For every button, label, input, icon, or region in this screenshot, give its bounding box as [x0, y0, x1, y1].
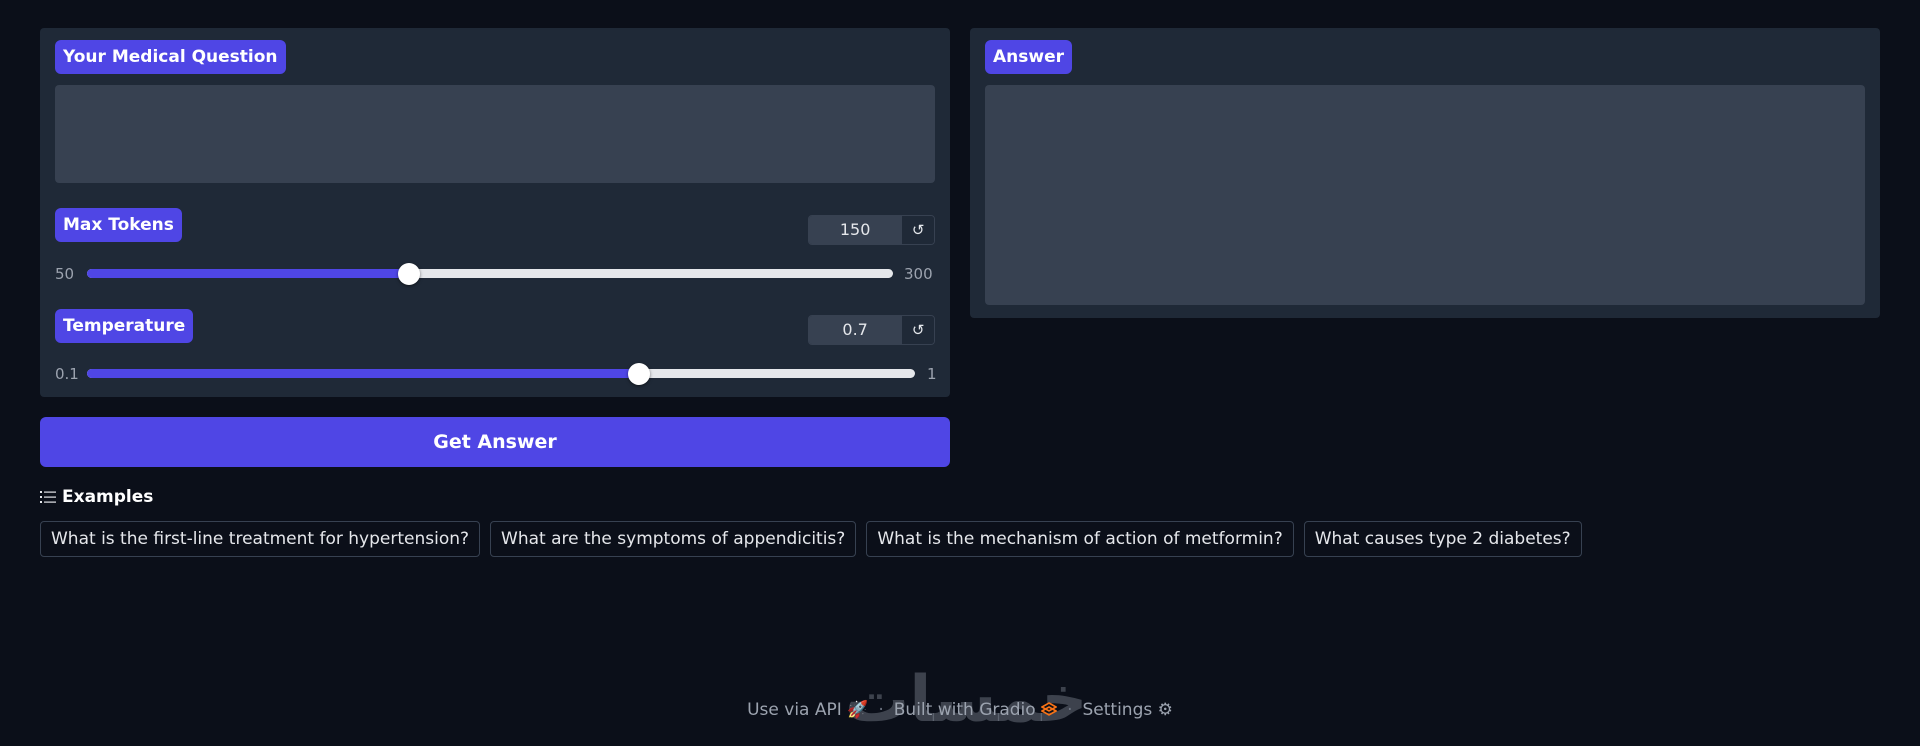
list-icon: [40, 491, 56, 503]
footer: Use via API 🚀 · Built with Gradio · Sett…: [0, 700, 1920, 720]
question-label: Your Medical Question: [55, 40, 286, 74]
example-metformin[interactable]: What is the mechanism of action of metfo…: [866, 521, 1294, 557]
footer-separator: ·: [878, 700, 884, 720]
answer-panel: Answer: [970, 28, 1880, 318]
examples-title: Examples: [62, 487, 154, 507]
max-tokens-input[interactable]: 150: [809, 216, 902, 244]
max-tokens-label: Max Tokens: [55, 208, 182, 242]
input-panel: Your Medical Question Max Tokens 150 ↺ 5…: [40, 28, 950, 397]
temperature-slider-fill: [87, 369, 640, 378]
use-api-link[interactable]: Use via API 🚀: [747, 700, 868, 720]
gradio-logo-icon: [1040, 702, 1058, 716]
max-tokens-slider[interactable]: [87, 263, 893, 285]
temperature-min: 0.1: [55, 365, 79, 383]
max-tokens-number: 150 ↺: [808, 215, 935, 245]
temperature-label: Temperature: [55, 309, 194, 343]
built-with-gradio-link[interactable]: Built with Gradio: [894, 700, 1058, 720]
answer-textarea[interactable]: [985, 85, 1865, 305]
temperature-max: 1: [927, 365, 937, 383]
temperature-reset-icon[interactable]: ↺: [901, 316, 934, 344]
temperature-number: 0.7 ↺: [808, 315, 935, 345]
example-appendicitis[interactable]: What are the symptoms of appendicitis?: [490, 521, 857, 557]
max-tokens-slider-thumb[interactable]: [398, 263, 421, 285]
example-hypertension[interactable]: What is the first-line treatment for hyp…: [40, 521, 481, 557]
examples-list: What is the first-line treatment for hyp…: [40, 521, 1582, 557]
max-tokens-slider-fill: [87, 269, 410, 278]
answer-label: Answer: [985, 40, 1072, 74]
examples-header: Examples: [40, 487, 153, 507]
example-diabetes[interactable]: What causes type 2 diabetes?: [1303, 521, 1582, 557]
max-tokens-reset-icon[interactable]: ↺: [901, 216, 934, 244]
rocket-icon: 🚀: [847, 700, 869, 720]
gear-icon: ⚙: [1157, 700, 1173, 720]
settings-link[interactable]: Settings ⚙: [1083, 700, 1173, 720]
temperature-slider-thumb[interactable]: [628, 363, 651, 385]
temperature-input[interactable]: 0.7: [809, 316, 902, 344]
question-textarea[interactable]: [55, 85, 935, 183]
get-answer-button[interactable]: Get Answer: [40, 417, 950, 467]
temperature-slider[interactable]: [87, 363, 915, 385]
max-tokens-min: 50: [55, 265, 75, 283]
footer-separator: ·: [1067, 700, 1073, 720]
max-tokens-max: 300: [904, 265, 933, 283]
